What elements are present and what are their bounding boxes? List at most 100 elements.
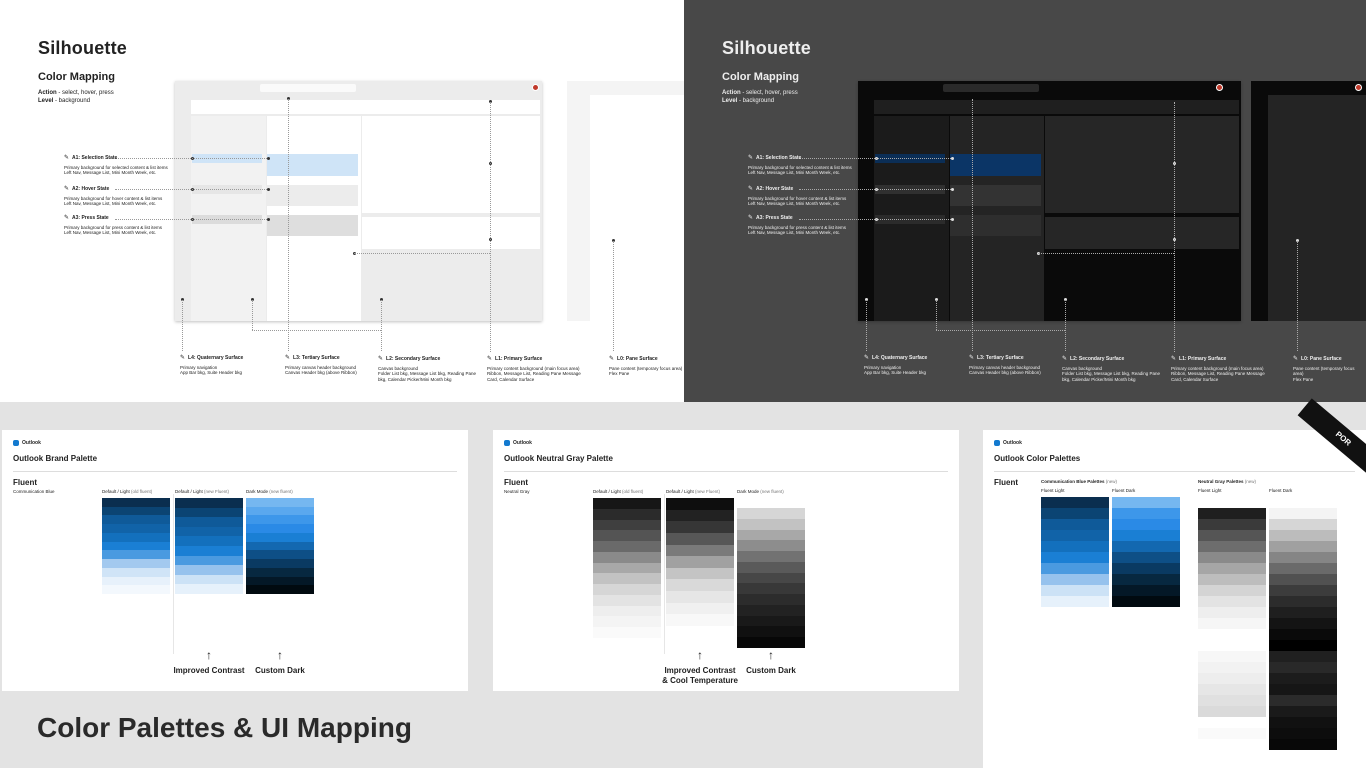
color-swatch — [593, 508, 661, 520]
token-row — [1269, 629, 1337, 640]
level-l4: ✎ L4: Quaternary Surface Primary navigatio… — [180, 355, 244, 375]
state-a1: ✎ A1: Selection State Primary background f… — [64, 155, 168, 175]
token-row — [1269, 739, 1337, 750]
color-swatch — [246, 576, 314, 586]
level-l3: ✎ L3: Tertiary Surface Primary canvas head… — [969, 355, 1041, 375]
level-l1: ✎ L1: Primary Surface Primary content back… — [487, 356, 581, 382]
pen-icon: ✎ — [864, 355, 870, 361]
token-row — [1198, 728, 1266, 739]
arrow-up-icon: ↑ — [697, 648, 703, 662]
token-row — [1269, 640, 1337, 651]
token-row — [1269, 695, 1337, 706]
token-row — [1198, 497, 1266, 508]
color-swatch — [666, 521, 734, 533]
pen-icon: ✎ — [748, 155, 754, 161]
token-row — [1112, 585, 1180, 596]
color-swatch — [666, 591, 734, 603]
color-swatch — [593, 530, 661, 542]
token-row — [1269, 519, 1337, 530]
color-swatch — [175, 574, 243, 585]
token-row — [1112, 530, 1180, 541]
token-row — [1041, 585, 1109, 596]
color-swatch — [175, 498, 243, 508]
reading-pane — [362, 116, 540, 213]
token-row — [1198, 706, 1266, 717]
color-swatch — [175, 584, 243, 594]
comm-blue-dark-table — [1112, 497, 1180, 607]
color-swatch — [246, 541, 314, 551]
token-row — [1198, 673, 1266, 684]
outlook-mock-window-dark — [858, 81, 1241, 321]
fluent-label: Fluent — [13, 478, 37, 487]
token-row — [1041, 508, 1109, 519]
color-swatch — [246, 524, 314, 533]
silhouette-dark-panel: Silhouette Color Mapping Action - select… — [684, 0, 1366, 402]
token-row — [1112, 519, 1180, 530]
token-row — [1198, 519, 1266, 530]
color-swatch — [102, 532, 170, 542]
level-l1: ✎ L1: Primary Surface Primary content back… — [1171, 356, 1265, 382]
token-row — [1269, 651, 1337, 662]
color-swatch — [102, 506, 170, 516]
color-swatch — [737, 604, 805, 616]
token-row — [1198, 739, 1266, 750]
color-swatch — [102, 576, 170, 586]
level-l2: ✎ L2: Secondary Surface Canvas background F… — [378, 356, 477, 382]
color-mapping-subtitle: Color Mapping — [722, 71, 799, 83]
color-swatch — [666, 509, 734, 522]
pen-icon: ✎ — [609, 356, 615, 362]
token-row — [1269, 508, 1337, 519]
fluent-label: Fluent — [504, 478, 528, 487]
token-row — [1112, 497, 1180, 508]
token-row — [1041, 530, 1109, 541]
level-l2: ✎ L2: Secondary Surface Canvas background F… — [1062, 356, 1161, 382]
token-row — [1198, 662, 1266, 673]
color-swatch — [175, 507, 243, 518]
color-swatch — [102, 559, 170, 568]
color-swatch — [593, 584, 661, 595]
token-row — [1269, 728, 1337, 739]
token-row — [1198, 684, 1266, 695]
comm-blue-light-table — [1041, 497, 1109, 607]
token-row — [1269, 673, 1337, 684]
outlook-mock-window — [175, 81, 542, 321]
legend: Action - select, hover, press Level - ba… — [38, 90, 114, 104]
color-swatch — [593, 627, 661, 638]
legend: Action - select, hover, press Level - ba… — [722, 90, 798, 104]
color-swatch — [737, 572, 805, 584]
token-row — [1198, 508, 1266, 519]
flex-pane-mock — [567, 81, 684, 321]
color-swatch — [102, 515, 170, 525]
fluent-label: Fluent — [994, 478, 1018, 487]
token-row — [1269, 530, 1337, 541]
state-a3: ✎ A3: Press State Primary background for p… — [748, 215, 847, 235]
card-title: Outlook Color Palettes — [994, 454, 1081, 463]
hover-item — [950, 185, 1041, 206]
color-swatch — [246, 550, 314, 560]
color-swatch — [246, 515, 314, 525]
level-l4: ✎ L4: Quaternary Surface Primary navigatio… — [864, 355, 928, 375]
color-swatch — [246, 567, 314, 577]
color-mapping-subtitle: Color Mapping — [38, 71, 115, 83]
pen-icon: ✎ — [378, 356, 384, 362]
state-a2: ✎ A2: Hover State Primary background for h… — [748, 186, 847, 206]
color-swatch — [737, 551, 805, 562]
token-row — [1269, 706, 1337, 717]
token-row — [1269, 662, 1337, 673]
token-row — [1041, 596, 1109, 607]
token-row — [1112, 596, 1180, 607]
arrow-up-icon: ↑ — [277, 648, 283, 662]
state-a3: ✎ A3: Press State Primary background for p… — [64, 215, 163, 235]
color-swatch — [666, 544, 734, 557]
token-row — [1198, 717, 1266, 728]
color-swatch — [666, 602, 734, 615]
avatar — [1216, 84, 1223, 91]
state-a2: ✎ A2: Hover State Primary background for h… — [64, 186, 163, 206]
silhouette-light-panel: Silhouette Color Mapping Action - select… — [0, 0, 684, 402]
color-swatch — [593, 541, 661, 552]
color-swatch — [593, 498, 661, 509]
ribbon — [874, 100, 1239, 114]
swatch-column-dark — [246, 498, 314, 595]
color-swatch — [102, 498, 170, 507]
token-row — [1198, 530, 1266, 541]
